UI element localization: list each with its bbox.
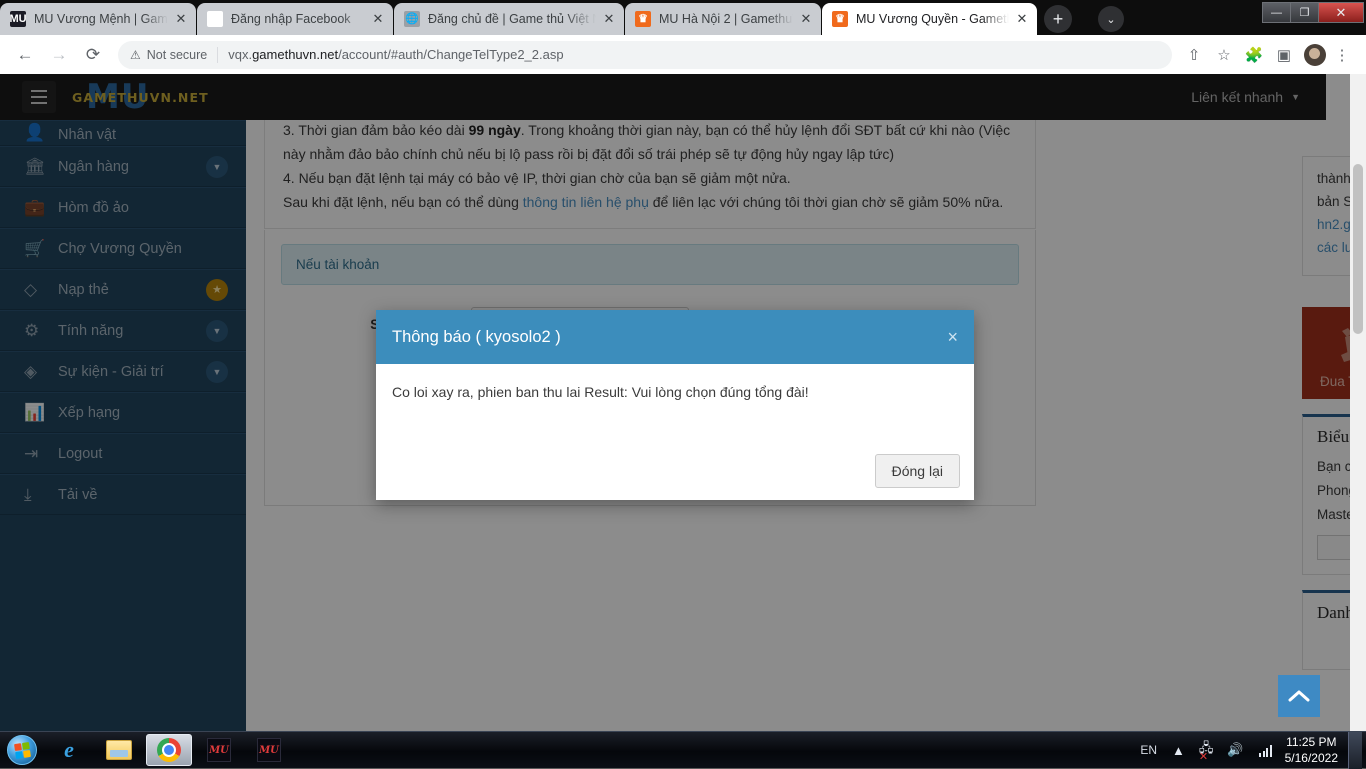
- page-scrollbar[interactable]: [1350, 74, 1366, 731]
- star-icon[interactable]: ☆: [1210, 41, 1238, 69]
- tab-close-icon[interactable]: ✕: [795, 8, 817, 30]
- reload-button[interactable]: ⟳: [78, 40, 108, 70]
- tab-search-chevron-down-icon[interactable]: ⌄: [1098, 6, 1124, 32]
- language-indicator[interactable]: EN: [1140, 743, 1157, 757]
- modal-message: Co loi xay ra, phien ban thu lai Result:…: [392, 384, 809, 400]
- window-maximize-button[interactable]: ❐: [1290, 2, 1319, 23]
- tab-title: MU Vương Quyền - GamethuVN.net: [856, 12, 1009, 26]
- taskbar-item-mu-game-2[interactable]: MU: [246, 734, 292, 766]
- tab-strip: MU MU Vương Mệnh | GamethuVN.net ✕ f Đăn…: [0, 0, 1366, 35]
- scroll-to-top-button[interactable]: [1278, 675, 1320, 717]
- tab-close-icon[interactable]: ✕: [367, 8, 389, 30]
- chrome-icon: [156, 737, 182, 763]
- browser-tab-1[interactable]: MU MU Vương Mệnh | GamethuVN.net ✕: [0, 3, 196, 35]
- tab-title: Đăng chủ đề | Game thủ Việt Nam: [428, 12, 596, 26]
- tab-close-icon[interactable]: ✕: [170, 8, 192, 30]
- avatar[interactable]: [1304, 43, 1326, 66]
- taskbar-item-mu-game-1[interactable]: MU: [196, 734, 242, 766]
- show-hidden-icons-chevron-up-icon[interactable]: ▲: [1172, 743, 1185, 758]
- facebook-icon: f: [207, 11, 223, 27]
- window-close-button[interactable]: ✕: [1318, 2, 1364, 23]
- web-page: MU GAMETHUVN.NET Liên kết nhanh ▼ 👤 Nhân…: [0, 74, 1366, 731]
- taskbar-item-internet-explorer[interactable]: e: [46, 734, 92, 766]
- share-icon[interactable]: ⇧: [1180, 41, 1208, 69]
- taskbar-item-file-explorer[interactable]: [96, 734, 142, 766]
- browser-tab-3[interactable]: 🌐 Đăng chủ đề | Game thủ Việt Nam ✕: [394, 3, 624, 35]
- address-bar[interactable]: ⚠ Not secure vqx.gamethuvn.net/account/#…: [118, 40, 1172, 69]
- network-disconnected-icon[interactable]: 🖧 ✕: [1199, 739, 1214, 763]
- browser-tab-5-active[interactable]: ♛ MU Vương Quyền - GamethuVN.net ✕: [822, 3, 1037, 35]
- tab-close-icon[interactable]: ✕: [1011, 8, 1033, 30]
- mu-crest-icon: MU: [9, 11, 27, 27]
- windows-logo-icon: [7, 735, 37, 765]
- scrollbar-thumb[interactable]: [1353, 164, 1363, 334]
- internet-explorer-icon: e: [64, 737, 74, 762]
- folder-icon: [106, 737, 132, 763]
- omnibox-divider: [217, 46, 219, 63]
- tab-title: Đăng nhập Facebook: [231, 12, 351, 26]
- signal-bars-icon[interactable]: [1258, 744, 1272, 757]
- start-button[interactable]: [2, 733, 42, 767]
- modal-footer: Đóng lại: [874, 454, 960, 488]
- three-dot-menu-icon[interactable]: ⋮: [1328, 41, 1356, 69]
- system-tray: EN ▲ 🖧 ✕ 🔊 11:25 PM 5/16/2022: [1132, 731, 1366, 769]
- globe-icon: 🌐: [404, 11, 420, 27]
- tab-title: MU Hà Nội 2 | GamethuVN.net: [659, 12, 793, 26]
- close-modal-button[interactable]: Đóng lại: [874, 454, 960, 488]
- mu-game-icon: MU: [256, 737, 282, 763]
- mu-game-icon: MU: [206, 737, 232, 763]
- not-secure-warning-icon: ⚠: [130, 47, 141, 62]
- clock-date: 5/16/2022: [1284, 751, 1338, 765]
- clock-time: 11:25 PM: [1286, 735, 1337, 749]
- security-label: Not secure: [146, 47, 208, 62]
- windows-taskbar: e MU MU EN ▲ 🖧 ✕ 🔊 11:25 PM 5/16/2022: [0, 731, 1366, 769]
- security-status[interactable]: ⚠ Not secure: [130, 48, 207, 62]
- window-controls: — ❐ ✕: [1262, 2, 1364, 23]
- window-minimize-button[interactable]: —: [1262, 2, 1291, 23]
- browser-tab-4[interactable]: ♛ MU Hà Nội 2 | GamethuVN.net ✕: [625, 3, 821, 35]
- back-button[interactable]: ←: [10, 40, 40, 70]
- modal-header: Thông báo ( kyosolo2 ) ×: [376, 310, 974, 364]
- chevron-up-icon: [1288, 690, 1310, 702]
- browser-toolbar: ← → ⟳ ⚠ Not secure vqx.gamethuvn.net/acc…: [0, 35, 1366, 74]
- browser-tab-2[interactable]: f Đăng nhập Facebook ✕: [197, 3, 393, 35]
- url-text: vqx.gamethuvn.net/account/#auth/ChangeTe…: [228, 47, 564, 62]
- side-panel-icon[interactable]: ▣: [1270, 41, 1298, 69]
- puzzle-icon[interactable]: 🧩: [1240, 41, 1268, 69]
- tab-title: MU Vương Mệnh | GamethuVN.net: [34, 12, 168, 26]
- mu-crown-icon: ♛: [635, 11, 651, 27]
- show-desktop-button[interactable]: [1348, 731, 1362, 769]
- close-icon[interactable]: ×: [947, 327, 958, 348]
- browser-chrome: MU MU Vương Mệnh | GamethuVN.net ✕ f Đăn…: [0, 0, 1366, 74]
- modal-title: Thông báo ( kyosolo2 ): [392, 327, 561, 346]
- forward-button[interactable]: →: [44, 40, 74, 70]
- tab-close-icon[interactable]: ✕: [598, 8, 620, 30]
- clock[interactable]: 11:25 PM 5/16/2022: [1285, 734, 1338, 766]
- volume-icon[interactable]: 🔊: [1227, 742, 1243, 758]
- notification-modal: Thông báo ( kyosolo2 ) × Co loi xay ra, …: [376, 310, 974, 500]
- taskbar-item-google-chrome[interactable]: [146, 734, 192, 766]
- mu-crown-icon: ♛: [832, 11, 848, 27]
- new-tab-button[interactable]: +: [1044, 5, 1072, 33]
